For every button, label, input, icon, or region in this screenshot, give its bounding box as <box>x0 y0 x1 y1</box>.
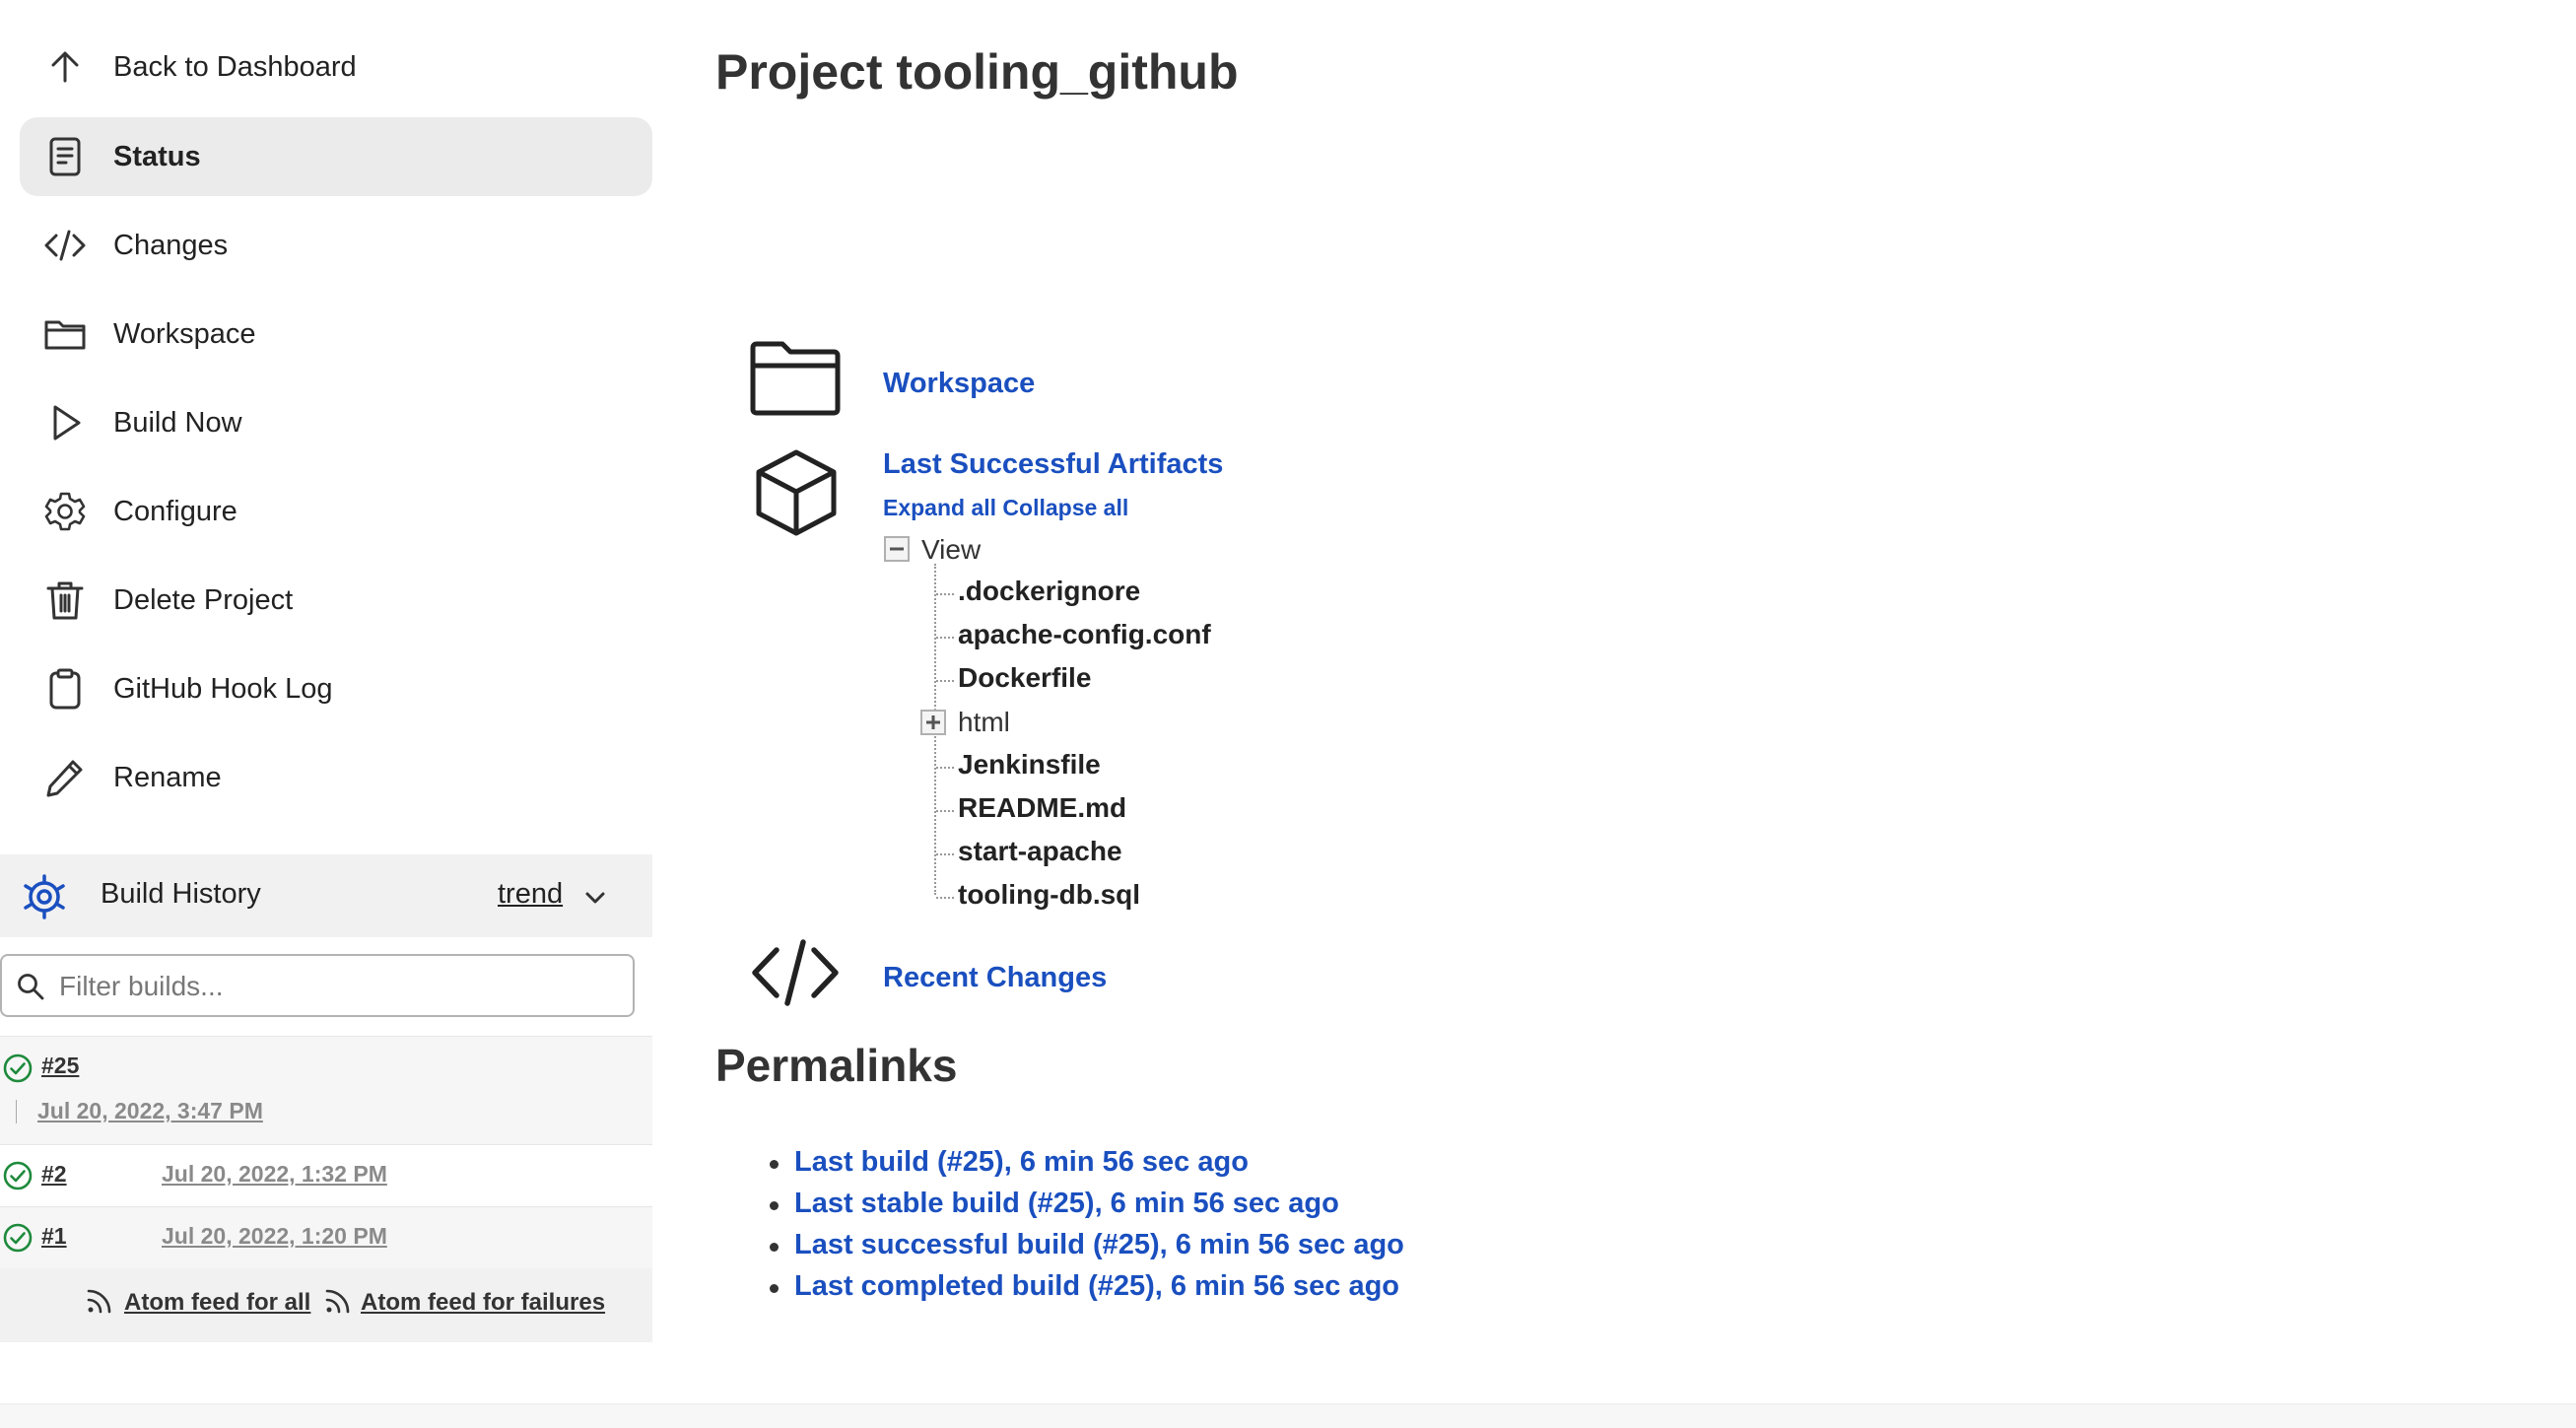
sidebar-item-configure[interactable]: Configure <box>20 472 652 551</box>
tree-connector <box>936 853 954 855</box>
sidebar-item-label: Status <box>113 140 201 172</box>
code-icon <box>44 230 86 261</box>
play-icon <box>53 405 81 441</box>
sidebar-item-label: Rename <box>113 761 222 793</box>
tree-connector <box>936 680 954 682</box>
sidebar-item-rename[interactable]: Rename <box>20 738 652 817</box>
atom-feed-failures-link[interactable]: Atom feed for failures <box>361 1289 605 1317</box>
permalink-last-stable-build[interactable]: Last stable build (#25), 6 min 56 sec ag… <box>794 1188 1339 1219</box>
sidebar-item-workspace[interactable]: Workspace <box>20 295 652 374</box>
sidebar-item-label: Back to Dashboard <box>113 50 357 83</box>
expand-collapse-link[interactable]: Expand all Collapse all <box>883 495 1128 521</box>
build-number-link[interactable]: #1 <box>41 1223 67 1250</box>
build-number-link[interactable]: #25 <box>41 1053 79 1079</box>
tree-connector <box>936 637 954 639</box>
artifact-file-link[interactable]: Jenkinsfile <box>958 749 1101 781</box>
build-number-link[interactable]: #2 <box>41 1161 67 1188</box>
build-row: #1 Jul 20, 2022, 1:20 PM <box>0 1206 652 1269</box>
permalink-last-build[interactable]: Last build (#25), 6 min 56 sec ago <box>794 1146 1249 1178</box>
gear-icon <box>44 492 86 531</box>
build-date-link[interactable]: Jul 20, 2022, 1:20 PM <box>162 1223 387 1250</box>
success-check-icon <box>3 1054 33 1083</box>
folder-icon <box>44 320 86 350</box>
success-check-icon <box>3 1161 33 1190</box>
sidebar-item-status[interactable]: Status <box>20 117 652 196</box>
sidebar-item-delete-project[interactable]: Delete Project <box>20 561 652 640</box>
sidebar-item-label: Configure <box>113 495 237 527</box>
trash-icon <box>46 581 84 620</box>
permalink-last-successful-build[interactable]: Last successful build (#25), 6 min 56 se… <box>794 1229 1404 1260</box>
sidebar-item-changes[interactable]: Changes <box>20 206 652 285</box>
collapse-toggle-icon[interactable] <box>884 536 910 562</box>
build-row: #25 Jul 20, 2022, 3:47 PM <box>0 1036 652 1145</box>
rss-icon <box>325 1289 350 1314</box>
sidebar-item-back-to-dashboard[interactable]: Back to Dashboard <box>20 28 652 106</box>
artifact-file-link[interactable]: .dockerignore <box>958 576 1140 607</box>
artifact-folder-label: html <box>958 707 1010 737</box>
artifact-file-link[interactable]: tooling-db.sql <box>958 879 1140 911</box>
sidebar-item-label: Workspace <box>113 317 256 350</box>
list-item: Last successful build (#25), 6 min 56 se… <box>770 1229 1404 1270</box>
build-timeline-line <box>16 1100 17 1123</box>
artifact-file-link[interactable]: apache-config.conf <box>958 619 1211 650</box>
box-icon <box>756 449 837 536</box>
chevron-down-icon[interactable] <box>581 884 609 912</box>
sidebar-item-label: Delete Project <box>113 583 294 616</box>
expand-toggle-icon[interactable] <box>920 710 946 735</box>
arrow-up-icon <box>51 51 79 83</box>
tree-connector <box>936 810 954 812</box>
permalinks-heading: Permalinks <box>715 1040 958 1091</box>
workspace-link[interactable]: Workspace <box>883 368 1035 400</box>
folder-icon <box>750 341 841 416</box>
list-item: Last build (#25), 6 min 56 sec ago <box>770 1146 1404 1188</box>
artifact-file-link[interactable]: Dockerfile <box>958 662 1091 694</box>
build-history-title: Build History <box>101 878 261 910</box>
atom-feed-all-link[interactable]: Atom feed for all <box>124 1289 310 1317</box>
success-check-icon <box>3 1223 33 1253</box>
sidebar-item-label: GitHub Hook Log <box>113 672 333 705</box>
artifact-file-link[interactable]: start-apache <box>958 836 1122 867</box>
rss-icon <box>87 1289 111 1314</box>
permalink-last-completed-build[interactable]: Last completed build (#25), 6 min 56 sec… <box>794 1270 1399 1302</box>
permalinks-list: Last build (#25), 6 min 56 sec ago Last … <box>770 1146 1404 1312</box>
build-date-link[interactable]: Jul 20, 2022, 3:47 PM <box>37 1098 263 1124</box>
pencil-icon <box>46 760 83 797</box>
sidebar-item-build-now[interactable]: Build Now <box>20 383 652 462</box>
tree-connector <box>936 767 954 769</box>
trend-link[interactable]: trend <box>498 878 563 911</box>
clipboard-icon <box>49 668 81 710</box>
tree-connector <box>936 897 954 899</box>
build-date-link[interactable]: Jul 20, 2022, 1:32 PM <box>162 1161 387 1188</box>
search-icon <box>18 974 44 1000</box>
artifact-file-link[interactable]: README.md <box>958 792 1126 824</box>
tree-root-label: View <box>921 534 982 565</box>
filter-builds-input[interactable] <box>57 962 613 1011</box>
sidebar-item-label: Changes <box>113 229 229 261</box>
feed-links: Atom feed for all Atom feed for failures <box>0 1268 652 1342</box>
sidebar-item-label: Build Now <box>113 406 242 439</box>
build-row: #2 Jul 20, 2022, 1:32 PM <box>0 1144 652 1207</box>
page-footer <box>0 1403 2576 1428</box>
document-icon <box>49 137 81 176</box>
page-title: Project tooling_github <box>715 44 1239 100</box>
list-item: Last stable build (#25), 6 min 56 sec ag… <box>770 1188 1404 1229</box>
filter-builds-field <box>0 954 635 1017</box>
code-icon <box>752 939 839 1006</box>
tree-connector <box>936 593 954 595</box>
recent-changes-link[interactable]: Recent Changes <box>883 962 1107 994</box>
build-history-header: Build History trend <box>0 854 652 937</box>
list-item: Last completed build (#25), 6 min 56 sec… <box>770 1270 1404 1312</box>
build-history-icon <box>24 874 65 919</box>
last-successful-artifacts-link[interactable]: Last Successful Artifacts <box>883 448 1223 481</box>
sidebar-item-github-hook-log[interactable]: GitHub Hook Log <box>20 649 652 728</box>
